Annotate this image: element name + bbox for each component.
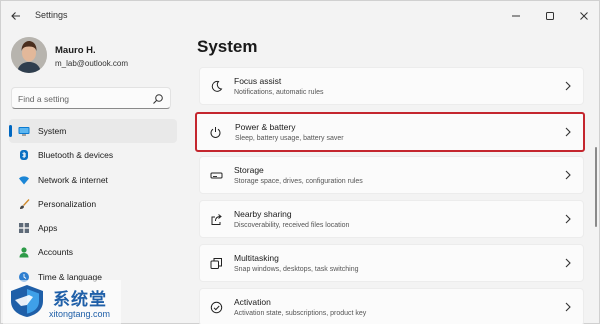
avatar	[11, 37, 47, 73]
power-battery-card[interactable]: Power & battery Sleep, battery usage, ba…	[195, 112, 585, 152]
close-button[interactable]	[567, 1, 600, 31]
storage-icon	[210, 169, 223, 182]
sidebar-item-label: System	[38, 126, 67, 136]
card-subtitle: Activation state, subscriptions, product…	[234, 310, 367, 317]
sidebar-item-label: Bluetooth & devices	[38, 150, 114, 161]
watermark-text: 系统堂	[53, 290, 107, 309]
monitor-icon	[18, 125, 30, 137]
person-icon	[18, 246, 30, 258]
card-subtitle: Sleep, battery usage, battery saver	[235, 135, 344, 142]
sidebar-item-apps[interactable]: Apps	[9, 216, 177, 240]
activation-icon	[210, 301, 223, 314]
sidebar-item-bluetooth-devices[interactable]: Bluetooth & devices	[9, 143, 177, 167]
back-arrow-icon[interactable]	[7, 7, 25, 25]
power-icon	[209, 126, 222, 139]
minimize-button[interactable]	[499, 1, 533, 31]
apps-icon	[18, 222, 30, 234]
sidebar-item-system[interactable]: System	[9, 119, 177, 143]
sidebar-item-personalization[interactable]: Personalization	[9, 192, 177, 216]
chevron-right-icon	[563, 301, 573, 313]
card-title: Focus assist	[234, 76, 282, 86]
card-subtitle: Notifications, automatic rules	[234, 89, 324, 96]
share-icon	[210, 213, 223, 226]
wifi-icon	[18, 174, 30, 186]
app-title: Settings	[35, 10, 68, 20]
chevron-right-icon	[563, 169, 573, 181]
bluetooth-icon	[18, 149, 30, 161]
card-subtitle: Snap windows, desktops, task switching	[234, 266, 359, 273]
user-profile[interactable]: Mauro H. m_lab@outlook.com	[11, 37, 191, 77]
storage-card[interactable]: Storage Storage space, drives, configura…	[199, 156, 584, 194]
moon-icon	[210, 80, 223, 93]
watermark: 系统堂 xitongtang.com	[3, 280, 121, 324]
active-indicator	[9, 125, 12, 137]
search-icon[interactable]	[152, 92, 164, 104]
card-subtitle: Discoverability, received files location	[234, 222, 350, 229]
sidebar-nav: System Bluetooth & devices Network & int…	[9, 119, 177, 289]
sidebar-item-label: Personalization	[38, 198, 97, 209]
multitasking-card[interactable]: Multitasking Snap windows, desktops, tas…	[199, 244, 584, 282]
shield-logo-icon	[7, 284, 47, 318]
card-title: Multitasking	[234, 253, 279, 263]
sidebar-item-accounts[interactable]: Accounts	[9, 240, 177, 264]
card-title: Storage	[234, 165, 264, 175]
search-box[interactable]	[11, 87, 171, 109]
watermark-site: xitongtang.com	[49, 309, 111, 319]
scrollbar[interactable]	[595, 147, 597, 227]
card-title: Activation	[234, 297, 271, 307]
sidebar-item-label: Accounts	[38, 247, 73, 258]
chevron-right-icon	[563, 126, 573, 138]
multitask-icon	[210, 257, 223, 270]
brush-icon	[18, 198, 30, 210]
settings-window: Settings Mauro H. m_lab@outlook.com Find…	[0, 0, 600, 324]
chevron-right-icon	[563, 257, 573, 269]
search-input[interactable]	[18, 91, 148, 106]
title-bar: Settings	[1, 1, 600, 31]
sidebar-item-label: Apps	[38, 223, 58, 234]
card-title: Power & battery	[235, 122, 296, 132]
user-name: Mauro H.	[55, 45, 96, 56]
sidebar-item-network-internet[interactable]: Network & internet	[9, 168, 177, 192]
activation-card[interactable]: Activation Activation state, subscriptio…	[199, 288, 584, 324]
chevron-right-icon	[563, 80, 573, 92]
page-title: System	[197, 37, 258, 56]
card-title: Nearby sharing	[234, 209, 292, 219]
nearby-sharing-card[interactable]: Nearby sharing Discoverability, received…	[199, 200, 584, 238]
card-subtitle: Storage space, drives, configuration rul…	[234, 178, 363, 185]
chevron-right-icon	[563, 213, 573, 225]
window-controls	[499, 1, 600, 31]
maximize-button[interactable]	[533, 1, 567, 31]
focus-assist-card[interactable]: Focus assist Notifications, automatic ru…	[199, 67, 584, 105]
user-email: m_lab@outlook.com	[55, 59, 129, 68]
sidebar-item-label: Network & internet	[38, 174, 108, 185]
